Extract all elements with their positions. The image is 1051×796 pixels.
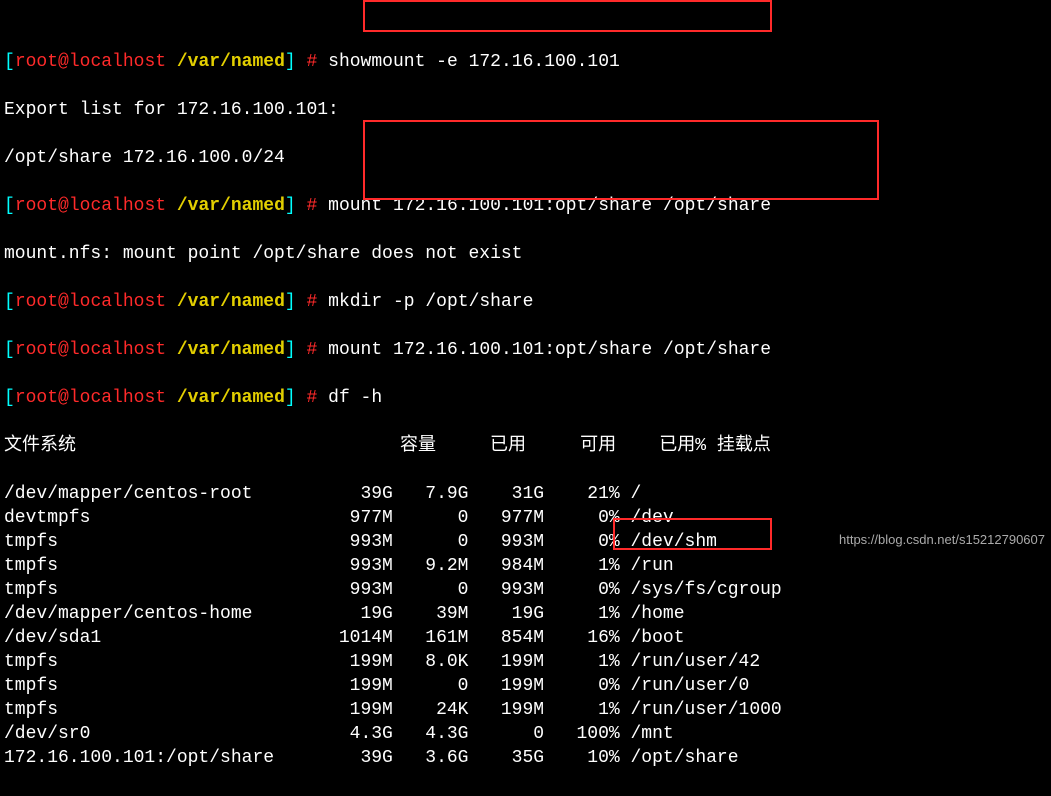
bracket-close: ] (285, 52, 296, 72)
df-row: devtmpfs 977M 0 977M 0% /dev (4, 506, 1047, 530)
watermark-text: https://blog.csdn.net/s15212790607 (839, 528, 1045, 552)
prompt-line[interactable]: [root@localhost /var/named] # mount 172.… (4, 338, 1047, 362)
prompt-line[interactable]: [root@localhost /var/named] # mount 172.… (4, 194, 1047, 218)
command-text: mount 172.16.100.101:opt/share /opt/shar… (328, 340, 771, 360)
bracket-open: [ (4, 52, 15, 72)
output-text: /opt/share 172.16.100.0/24 (4, 146, 1047, 170)
df-row: tmpfs 199M 0 199M 0% /run/user/0 (4, 674, 1047, 698)
df-row: tmpfs 199M 8.0K 199M 1% /run/user/42 (4, 650, 1047, 674)
prompt-at: @ (58, 52, 69, 72)
prompt-line[interactable]: [root@localhost /var/named] # df -h (4, 386, 1047, 410)
prompt-host: localhost (69, 52, 166, 72)
prompt-line[interactable]: [root@localhost /var/named] # mkdir -p /… (4, 290, 1047, 314)
df-header-row: 文件系统 容量 已用 可用 已用% 挂载点 (4, 434, 1047, 458)
prompt-symbol: # (307, 52, 318, 72)
command-text: mkdir -p /opt/share (328, 292, 533, 312)
df-row: 172.16.100.101:/opt/share 39G 3.6G 35G 1… (4, 746, 1047, 770)
command-text: mount 172.16.100.101:opt/share /opt/shar… (328, 196, 771, 216)
prompt-line[interactable]: [root@localhost /var/named] # showmount … (4, 50, 1047, 74)
df-row: tmpfs 993M 0 993M 0% /sys/fs/cgroup (4, 578, 1047, 602)
df-row: tmpfs 199M 24K 199M 1% /run/user/1000 (4, 698, 1047, 722)
df-row: /dev/mapper/centos-root 39G 7.9G 31G 21%… (4, 482, 1047, 506)
output-text: mount.nfs: mount point /opt/share does n… (4, 242, 1047, 266)
output-text: Export list for 172.16.100.101: (4, 98, 1047, 122)
prompt-user: root (15, 52, 58, 72)
command-text: showmount -e 172.16.100.101 (328, 52, 620, 72)
terminal-output: [root@localhost /var/named] # showmount … (0, 0, 1051, 796)
prompt-cwd: /var/named (177, 52, 285, 72)
df-row: /dev/sr0 4.3G 4.3G 0 100% /mnt (4, 722, 1047, 746)
df-row: /dev/sda1 1014M 161M 854M 16% /boot (4, 626, 1047, 650)
df-row: tmpfs 993M 9.2M 984M 1% /run (4, 554, 1047, 578)
df-row: /dev/mapper/centos-home 19G 39M 19G 1% /… (4, 602, 1047, 626)
command-text: df -h (328, 388, 382, 408)
